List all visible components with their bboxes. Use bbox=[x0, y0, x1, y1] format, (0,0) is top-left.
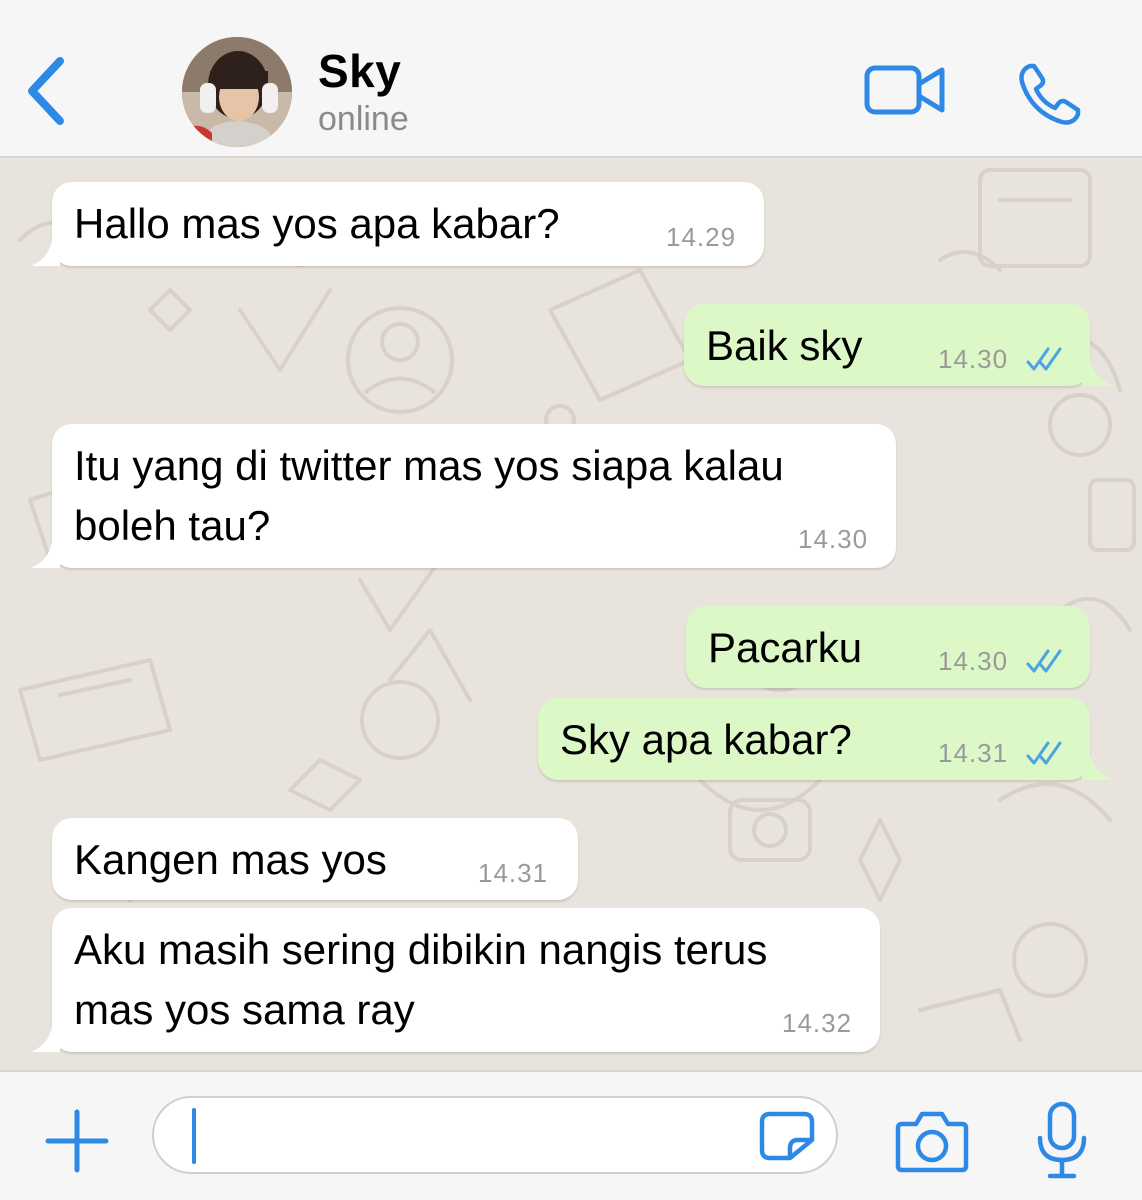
message-text-line-1: Aku masih sering dibikin nangis terus bbox=[74, 926, 768, 973]
bubble-tail bbox=[30, 240, 60, 266]
contact-avatar[interactable] bbox=[182, 37, 292, 147]
message-time: 14.30 bbox=[938, 646, 1009, 676]
back-chevron-icon[interactable] bbox=[22, 55, 72, 127]
message-text: Baik sky bbox=[706, 322, 863, 369]
message-time: 14.30 bbox=[798, 524, 869, 554]
chat-header: Sky online bbox=[0, 0, 1142, 158]
sticker-icon[interactable] bbox=[758, 1110, 816, 1162]
message-time: 14.31 bbox=[478, 858, 549, 888]
microphone-icon[interactable] bbox=[1032, 1100, 1092, 1182]
bubble-tail bbox=[1082, 754, 1116, 780]
phone-call-icon[interactable] bbox=[1016, 60, 1084, 126]
bubble-tail bbox=[30, 542, 60, 568]
chat-area[interactable]: Hallo mas yos apa kabar? 14.29 Baik sky … bbox=[0, 160, 1142, 1072]
read-double-check-icon bbox=[1026, 741, 1062, 765]
bubble-tail bbox=[1082, 360, 1116, 386]
plus-icon[interactable] bbox=[44, 1108, 110, 1174]
message-bubble-incoming[interactable]: Aku masih sering dibikin nangis terus ma… bbox=[30, 908, 880, 1052]
message-time: 14.32 bbox=[782, 1008, 853, 1038]
read-double-check-icon bbox=[1026, 649, 1062, 673]
message-text-line-2: mas yos sama ray bbox=[74, 986, 415, 1033]
message-bubble-incoming[interactable]: Hallo mas yos apa kabar? 14.29 bbox=[30, 182, 764, 266]
read-double-check-icon bbox=[1026, 347, 1062, 371]
message-bubble-incoming[interactable]: Itu yang di twitter mas yos siapa kalau … bbox=[30, 424, 896, 568]
message-bubble-incoming[interactable]: Kangen mas yos 14.31 bbox=[52, 818, 578, 900]
message-time: 14.31 bbox=[938, 738, 1009, 768]
message-time: 14.29 bbox=[666, 222, 737, 252]
message-bubble-outgoing[interactable]: Baik sky 14.30 bbox=[684, 304, 1116, 386]
message-text-line-1: Itu yang di twitter mas yos siapa kalau bbox=[74, 442, 784, 489]
text-cursor bbox=[192, 1108, 196, 1164]
video-call-icon[interactable] bbox=[862, 60, 948, 122]
message-input[interactable] bbox=[182, 1108, 752, 1164]
contact-status: online bbox=[318, 100, 409, 138]
message-text: Hallo mas yos apa kabar? bbox=[74, 200, 560, 247]
contact-name[interactable]: Sky bbox=[318, 44, 401, 98]
message-composer-bar bbox=[0, 1070, 1142, 1200]
message-text: Pacarku bbox=[708, 624, 863, 671]
message-text-line-2: boleh tau? bbox=[74, 502, 271, 549]
message-bubble-outgoing[interactable]: Sky apa kabar? 14.31 bbox=[538, 698, 1116, 780]
message-text: Kangen mas yos bbox=[74, 836, 387, 883]
message-text: Sky apa kabar? bbox=[560, 716, 852, 763]
camera-icon[interactable] bbox=[894, 1108, 970, 1174]
message-input-box[interactable] bbox=[152, 1096, 838, 1174]
message-bubble-outgoing[interactable]: Pacarku 14.30 bbox=[686, 606, 1090, 688]
bubble-tail bbox=[30, 1026, 60, 1052]
message-time: 14.30 bbox=[938, 344, 1009, 374]
